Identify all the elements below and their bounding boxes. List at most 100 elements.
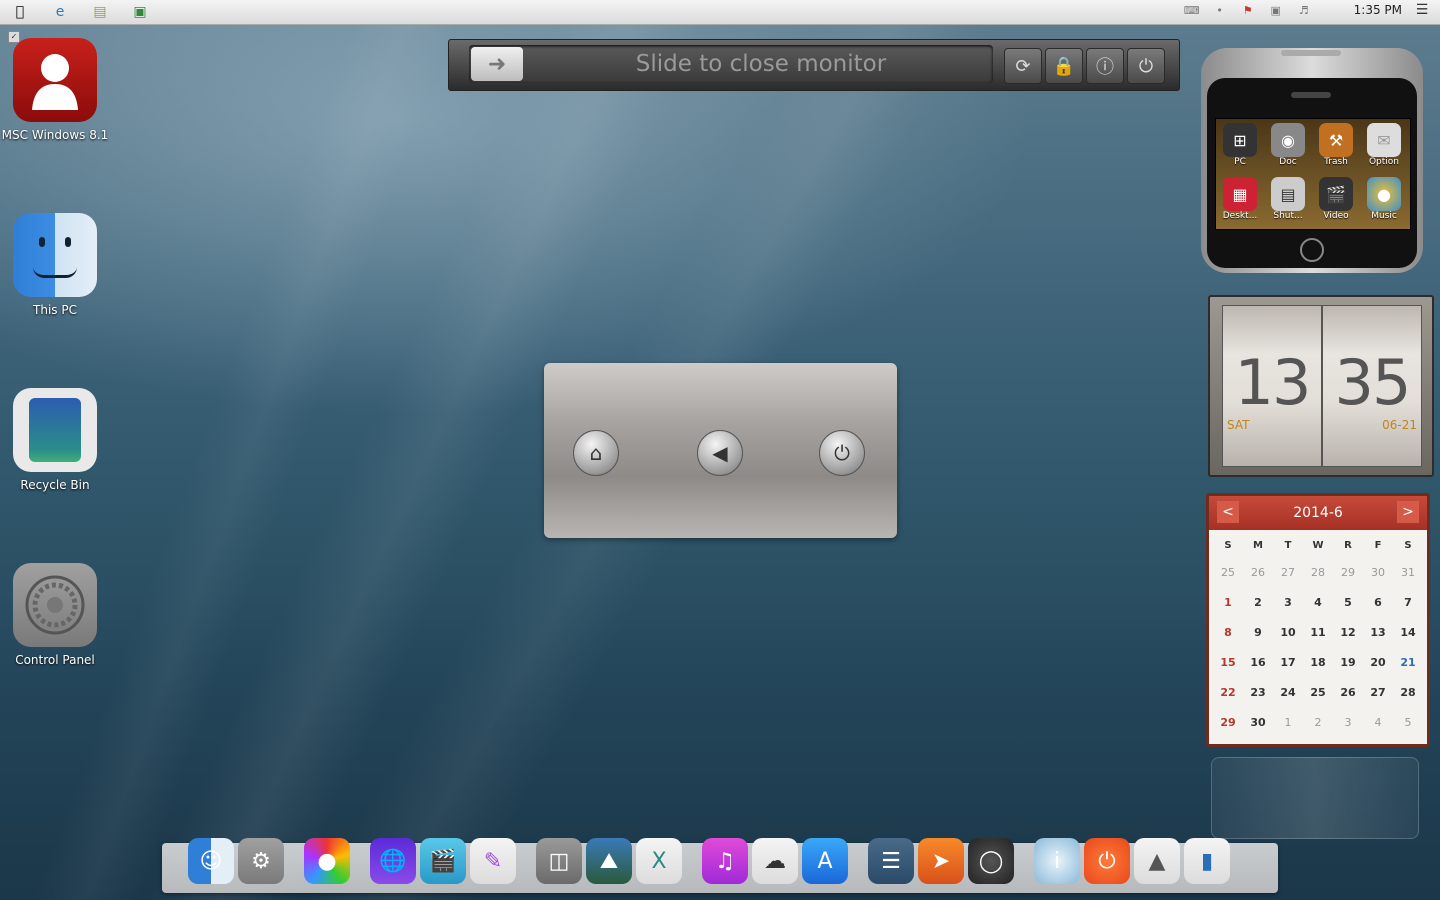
app-doc[interactable]: ◉ Doc bbox=[1266, 121, 1310, 167]
photo-icon[interactable]: ⛰ bbox=[586, 838, 632, 884]
power-icon[interactable]: ⏻ bbox=[1084, 838, 1130, 884]
calendar-day[interactable]: 17 bbox=[1273, 648, 1303, 678]
calendar-day[interactable]: 26 bbox=[1333, 678, 1363, 708]
gauge-icon[interactable]: ◯ bbox=[968, 838, 1014, 884]
calendar-day[interactable]: 16 bbox=[1243, 648, 1273, 678]
clapper-icon[interactable]: 🎬 bbox=[420, 838, 466, 884]
calendar-day[interactable]: 29 bbox=[1213, 708, 1243, 738]
reader-icon[interactable]: ☰ bbox=[868, 838, 914, 884]
calendar-day[interactable]: 28 bbox=[1303, 558, 1333, 588]
store-icon[interactable]: ▣ bbox=[130, 2, 150, 22]
x-icon[interactable]: X bbox=[636, 838, 682, 884]
calendar-day[interactable]: 4 bbox=[1363, 708, 1393, 738]
dev-icon[interactable]: ▲ bbox=[1134, 838, 1180, 884]
power-icon[interactable]: ⏻ bbox=[819, 430, 865, 476]
calendar-day[interactable]: 19 bbox=[1333, 648, 1363, 678]
calendar-day[interactable]: 2 bbox=[1303, 708, 1333, 738]
settings-icon[interactable]: ⚙ bbox=[238, 838, 284, 884]
calendar-week-row: 22 23 24 25 26 27 28 bbox=[1213, 678, 1423, 708]
dot-icon[interactable]: • bbox=[1212, 3, 1228, 17]
blue-icon[interactable]: ▮ bbox=[1184, 838, 1230, 884]
apple-icon[interactable]:  bbox=[10, 2, 30, 22]
calendar-prev-button[interactable]: < bbox=[1217, 501, 1239, 523]
info-icon[interactable]: i bbox=[1034, 838, 1080, 884]
restart-icon[interactable]: ⟳ bbox=[1004, 48, 1042, 84]
calendar-day[interactable]: 9 bbox=[1243, 618, 1273, 648]
power-icon[interactable]: ⏻ bbox=[1127, 48, 1165, 84]
calendar-day[interactable]: 30 bbox=[1243, 708, 1273, 738]
calendar-day[interactable]: 27 bbox=[1363, 678, 1393, 708]
finder-icon[interactable]: ☺ bbox=[188, 838, 234, 884]
home-button[interactable] bbox=[1300, 238, 1324, 262]
arrow-right-icon[interactable]: ➜ bbox=[471, 47, 523, 81]
calendar-day[interactable]: 23 bbox=[1243, 678, 1273, 708]
lock-icon[interactable]: 🔒 bbox=[1045, 48, 1083, 84]
calendar-day[interactable]: 22 bbox=[1213, 678, 1243, 708]
globe-icon[interactable]: 🌐 bbox=[370, 838, 416, 884]
calendar-day[interactable]: 20 bbox=[1363, 648, 1393, 678]
calendar-day[interactable]: 13 bbox=[1363, 618, 1393, 648]
list-icon[interactable]: ☰ bbox=[1414, 2, 1430, 18]
app-desktop[interactable]: ▦ Deskt... bbox=[1218, 175, 1262, 221]
calendar-day[interactable]: 4 bbox=[1303, 588, 1333, 618]
home-icon[interactable]: ⌂ bbox=[573, 430, 619, 476]
calendar-day[interactable]: 1 bbox=[1273, 708, 1303, 738]
calendar-day[interactable]: 3 bbox=[1273, 588, 1303, 618]
calendar-day[interactable]: 5 bbox=[1393, 708, 1423, 738]
keyboard-icon[interactable]: ⌨ bbox=[1184, 3, 1200, 17]
app-pc[interactable]: ⊞ PC bbox=[1218, 121, 1262, 167]
calendar-day[interactable]: 27 bbox=[1273, 558, 1303, 588]
app-trash[interactable]: ⚒ Trash bbox=[1314, 121, 1358, 167]
back-icon[interactable]: ◀ bbox=[697, 430, 743, 476]
calendar-day[interactable]: 28 bbox=[1393, 678, 1423, 708]
calendar-day[interactable]: 25 bbox=[1213, 558, 1243, 588]
drive-icon[interactable]: ◫ bbox=[536, 838, 582, 884]
folder-icon[interactable]: ▤ bbox=[90, 2, 110, 22]
calendar-day[interactable]: 14 bbox=[1393, 618, 1423, 648]
app-label: Trash bbox=[1324, 157, 1348, 167]
calendar-day[interactable]: 15 bbox=[1213, 648, 1243, 678]
desktop-icon-control-panel[interactable]: Control Panel bbox=[0, 563, 110, 667]
calendar-day[interactable]: 26 bbox=[1243, 558, 1273, 588]
calendar-next-button[interactable]: > bbox=[1397, 501, 1419, 523]
calendar-day[interactable]: 21 bbox=[1393, 648, 1423, 678]
color-icon[interactable]: ● bbox=[304, 838, 350, 884]
calendar-day[interactable]: 31 bbox=[1393, 558, 1423, 588]
calendar-day[interactable]: 3 bbox=[1333, 708, 1363, 738]
calendar-day[interactable]: 7 bbox=[1393, 588, 1423, 618]
appstore-icon[interactable]: A bbox=[802, 838, 848, 884]
calendar-day[interactable]: 11 bbox=[1303, 618, 1333, 648]
calendar-day[interactable]: 25 bbox=[1303, 678, 1333, 708]
app-shutdown[interactable]: ▤ Shut... bbox=[1266, 175, 1310, 221]
music-icon[interactable]: ♫ bbox=[702, 838, 748, 884]
calendar-day[interactable]: 1 bbox=[1213, 588, 1243, 618]
cloud-icon[interactable]: ☁ bbox=[752, 838, 798, 884]
calendar-day[interactable]: 12 bbox=[1333, 618, 1363, 648]
desktop-icon-recycle-bin[interactable]: Recycle Bin bbox=[0, 388, 110, 492]
flag-icon[interactable]: ⚑ bbox=[1240, 3, 1256, 17]
ie-icon[interactable]: e bbox=[50, 2, 70, 22]
desktop-icon-msc-windows[interactable]: MSC Windows 8.1 bbox=[0, 38, 110, 142]
clock-text[interactable]: 1:35 PM bbox=[1354, 3, 1402, 17]
app-video[interactable]: 🎬 Video bbox=[1314, 175, 1358, 221]
desktop-icon-this-pc[interactable]: This PC bbox=[0, 213, 110, 317]
calendar-day[interactable]: 2 bbox=[1243, 588, 1273, 618]
slide-track[interactable]: ➜ Slide to close monitor bbox=[469, 45, 993, 83]
flip-clock-widget: 13 SAT 35 06-21 bbox=[1208, 295, 1434, 477]
calendar-day[interactable]: 10 bbox=[1273, 618, 1303, 648]
app-music[interactable]: ● Music bbox=[1362, 175, 1406, 221]
calendar-day[interactable]: 30 bbox=[1363, 558, 1393, 588]
info-icon[interactable]: ⓘ bbox=[1086, 48, 1124, 84]
calendar-day[interactable]: 5 bbox=[1333, 588, 1363, 618]
app-option[interactable]: ✉ Option bbox=[1362, 121, 1406, 167]
calendar-day[interactable]: 18 bbox=[1303, 648, 1333, 678]
pen-icon[interactable]: ✎ bbox=[470, 838, 516, 884]
desktop-icon-label: Recycle Bin bbox=[20, 478, 90, 492]
calendar-day[interactable]: 6 bbox=[1363, 588, 1393, 618]
network-icon[interactable]: ▣ bbox=[1268, 3, 1284, 17]
calendar-day[interactable]: 29 bbox=[1333, 558, 1363, 588]
calendar-day[interactable]: 8 bbox=[1213, 618, 1243, 648]
volume-icon[interactable]: ♬ bbox=[1296, 3, 1312, 17]
rocket-icon[interactable]: ➤ bbox=[918, 838, 964, 884]
calendar-day[interactable]: 24 bbox=[1273, 678, 1303, 708]
